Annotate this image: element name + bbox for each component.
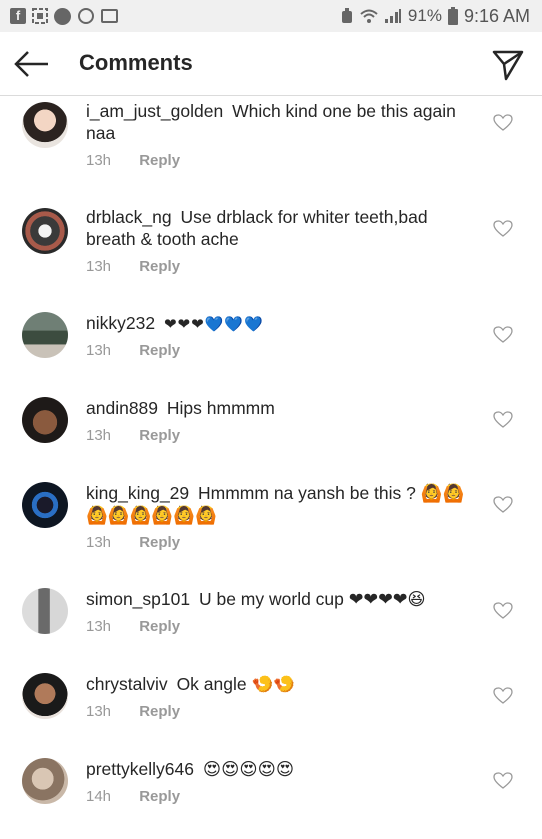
- comment-time: 13h: [86, 618, 112, 635]
- direct-message-button[interactable]: [490, 46, 526, 82]
- comment-time: 13h: [86, 258, 112, 275]
- comment-item: king_king_29 Hmmmm na yansh be this ? 🙆🙆…: [0, 478, 542, 584]
- avatar[interactable]: [22, 588, 68, 634]
- heart-icon[interactable]: [493, 326, 513, 344]
- heart-icon[interactable]: [493, 220, 513, 238]
- comment-time: 14h: [86, 788, 112, 805]
- comment-time: 13h: [86, 703, 112, 720]
- comment-item: i_am_just_golden Which kind one be this …: [0, 96, 542, 202]
- reply-button[interactable]: Reply: [139, 427, 180, 444]
- heart-icon[interactable]: [493, 411, 513, 429]
- comment-item: drblack_ng Use drblack for whiter teeth,…: [0, 202, 542, 308]
- comment-time: 13h: [86, 534, 112, 551]
- comment-username[interactable]: prettykelly646: [86, 759, 194, 779]
- heart-icon[interactable]: [493, 602, 513, 620]
- clock: 9:16 AM: [463, 5, 530, 26]
- status-system: 91% 9:16 AM: [340, 6, 530, 27]
- whatsapp-outline-icon: [77, 7, 95, 25]
- heart-icon[interactable]: [493, 496, 513, 514]
- wifi-icon: [360, 8, 378, 24]
- comment-item: simon_sp101 U be my world cup ❤❤❤❤😆 13h …: [0, 584, 542, 669]
- comment-username[interactable]: chrystalviv: [86, 674, 168, 694]
- comment-username[interactable]: andin889: [86, 398, 158, 418]
- heart-icon[interactable]: [493, 114, 513, 132]
- comment-text: Ok angle 🍤🍤: [176, 674, 296, 694]
- back-button[interactable]: [12, 46, 52, 82]
- reply-button[interactable]: Reply: [139, 342, 180, 359]
- comment-username[interactable]: simon_sp101: [86, 589, 190, 609]
- facebook-icon: f: [10, 8, 26, 24]
- avatar[interactable]: [22, 397, 68, 443]
- status-notifications: f: [10, 7, 118, 25]
- alarm-icon: [340, 7, 354, 25]
- avatar[interactable]: [22, 758, 68, 804]
- signal-icon: [384, 8, 402, 24]
- heart-icon[interactable]: [493, 687, 513, 705]
- avatar[interactable]: [22, 102, 68, 148]
- comment-text: 😍😍😍😍😍: [202, 759, 295, 779]
- comment-text: U be my world cup ❤❤❤❤😆: [198, 589, 426, 609]
- comment-username[interactable]: i_am_just_golden: [86, 101, 223, 121]
- reply-button[interactable]: Reply: [139, 152, 180, 169]
- comment-time: 13h: [86, 342, 112, 359]
- screenshot-icon: [32, 8, 48, 24]
- comment-username[interactable]: nikky232: [86, 313, 155, 333]
- comment-text: ❤❤❤💙💙💙: [163, 316, 264, 333]
- comment-item: nikky232 ❤❤❤💙💙💙 13h Reply: [0, 308, 542, 393]
- comment-item: chrystalviv Ok angle 🍤🍤 13h Reply: [0, 669, 542, 754]
- comment-username[interactable]: drblack_ng: [86, 207, 172, 227]
- heart-icon[interactable]: [493, 772, 513, 790]
- avatar[interactable]: [22, 312, 68, 358]
- battery-percent: 91%: [407, 6, 442, 25]
- avatar[interactable]: [22, 208, 68, 254]
- avatar[interactable]: [22, 482, 68, 528]
- app-header: Comments: [0, 32, 542, 96]
- gallery-icon: [101, 9, 118, 23]
- reply-button[interactable]: Reply: [139, 788, 180, 805]
- back-arrow-icon: [14, 51, 48, 77]
- comment-username[interactable]: king_king_29: [86, 483, 189, 503]
- comment-text: Hips hmmmm: [166, 398, 275, 418]
- reply-button[interactable]: Reply: [139, 618, 180, 635]
- battery-icon: [447, 7, 458, 25]
- whatsapp-icon: [54, 7, 71, 25]
- comment-item: prettykelly646 😍😍😍😍😍 14h Reply: [0, 754, 542, 839]
- comment-time: 13h: [86, 427, 112, 444]
- reply-button[interactable]: Reply: [139, 703, 180, 720]
- avatar[interactable]: [22, 673, 68, 719]
- comment-item: andin889 Hips hmmmm 13h Reply: [0, 393, 542, 478]
- reply-button[interactable]: Reply: [139, 258, 180, 275]
- paper-plane-icon: [492, 50, 524, 81]
- status-bar: f 91% 9:16 AM: [0, 0, 542, 32]
- comment-time: 13h: [86, 152, 112, 169]
- page-title: Comments: [79, 50, 193, 75]
- reply-button[interactable]: Reply: [139, 534, 180, 551]
